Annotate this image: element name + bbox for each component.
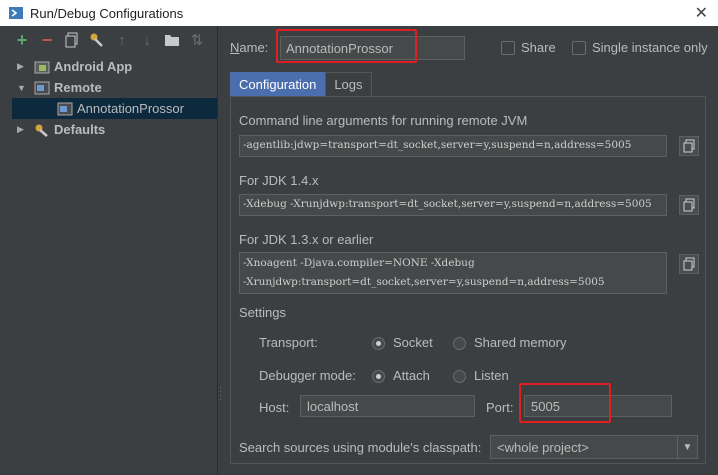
jdk13-field[interactable]: -Xnoagent -Djava.compiler=NONE -Xdebug -…	[239, 252, 667, 294]
remote-config-icon	[57, 102, 73, 115]
sort-icon[interactable]: ⇅	[189, 32, 205, 48]
copy-cmd-button[interactable]	[679, 136, 699, 156]
tree-item-label: Android App	[54, 59, 133, 74]
tab-configuration[interactable]: Configuration	[230, 72, 326, 96]
config-tree: ▶ Android App ▼ Remote AnnotationProssor…	[0, 56, 217, 140]
share-label: Share	[521, 40, 556, 55]
window-title: Run/Debug Configurations	[30, 5, 184, 21]
copy-jdk13-button[interactable]	[679, 254, 699, 274]
jdk13-line-1: -Xnoagent -Djava.compiler=NONE -Xdebug	[243, 257, 475, 269]
configurations-panel: + − ↑ ↓ ⇅ ▶ Android App ▼ Remote Annotat…	[0, 26, 218, 475]
single-instance-label: Single instance only	[592, 40, 708, 55]
single-instance-checkbox[interactable]	[572, 41, 586, 55]
module-classpath-select[interactable]: <whole project> ▼	[490, 435, 698, 459]
transport-label: Transport:	[259, 335, 318, 350]
host-label: Host:	[259, 400, 290, 415]
jdk14-field[interactable]: -Xdebug -Xrunjdwp:transport=dt_socket,se…	[239, 194, 667, 216]
port-highlight-box	[519, 383, 611, 423]
title-bar: Run/Debug Configurations ✕	[0, 0, 718, 26]
configuration-tab-content: Command line arguments for running remot…	[230, 96, 706, 464]
debugger-mode-label: Debugger mode:	[259, 368, 356, 383]
settings-label: Settings	[239, 305, 286, 320]
share-checkbox[interactable]	[501, 41, 515, 55]
configuration-editor: Name: AnnotationProssor Share Single ins…	[218, 26, 718, 475]
attach-label: Attach	[393, 368, 430, 383]
copy-jdk14-button[interactable]	[679, 195, 699, 215]
config-toolbar: + − ↑ ↓ ⇅	[0, 26, 217, 54]
remote-icon	[34, 81, 50, 94]
cmd-args-field[interactable]: -agentlib:jdwp=transport=dt_socket,serve…	[239, 135, 667, 157]
tree-item-label: Remote	[54, 80, 102, 95]
remove-icon[interactable]: −	[39, 31, 55, 49]
copy-icon	[683, 198, 695, 212]
tab-logs[interactable]: Logs	[325, 72, 372, 96]
module-classpath-value: <whole project>	[497, 440, 589, 455]
port-label: Port:	[486, 400, 514, 415]
host-input[interactable]: localhost	[300, 395, 475, 417]
jdk14-label: For JDK 1.4.x	[239, 173, 319, 188]
listen-radio[interactable]	[453, 370, 466, 383]
copy-icon[interactable]	[64, 32, 80, 48]
shared-memory-radio[interactable]	[453, 337, 466, 350]
shared-memory-label: Shared memory	[474, 335, 567, 350]
android-app-icon	[34, 61, 50, 73]
cmd-args-label: Command line arguments for running remot…	[239, 113, 528, 128]
move-up-icon[interactable]: ↑	[114, 32, 130, 48]
tree-item-label: Defaults	[54, 122, 106, 137]
tree-item-android-app[interactable]: ▶ Android App	[0, 56, 217, 77]
socket-label: Socket	[393, 335, 433, 350]
tree-item-annotationprossor[interactable]: AnnotationProssor	[12, 98, 217, 119]
name-label: Name:	[230, 40, 269, 55]
close-icon[interactable]: ✕	[695, 3, 708, 23]
app-icon	[9, 7, 23, 19]
attach-radio[interactable]	[372, 370, 385, 383]
name-highlight-box	[276, 29, 417, 63]
listen-label: Listen	[474, 368, 509, 383]
socket-radio[interactable]	[372, 337, 385, 350]
wrench-icon[interactable]	[89, 32, 105, 48]
expand-arrow-icon[interactable]: ▶	[17, 61, 29, 72]
tree-item-remote[interactable]: ▼ Remote	[0, 77, 217, 98]
jdk13-line-2: -Xrunjdwp:transport=dt_socket,server=y,s…	[243, 276, 605, 288]
copy-icon	[683, 257, 695, 271]
search-sources-label: Search sources using module's classpath:	[239, 440, 482, 455]
jdk13-label: For JDK 1.3.x or earlier	[239, 232, 374, 247]
chevron-down-icon[interactable]: ▼	[677, 436, 697, 458]
expand-arrow-icon[interactable]: ▶	[17, 124, 29, 135]
copy-icon	[683, 139, 695, 153]
defaults-wrench-icon	[35, 124, 48, 137]
tree-item-defaults[interactable]: ▶ Defaults	[0, 119, 217, 140]
folder-icon[interactable]	[164, 32, 180, 48]
add-icon[interactable]: +	[14, 31, 30, 49]
tab-bar: Configuration Logs	[230, 72, 372, 96]
collapse-arrow-icon[interactable]: ▼	[17, 83, 29, 93]
tree-item-label: AnnotationProssor	[77, 101, 184, 116]
move-down-icon[interactable]: ↓	[139, 32, 155, 48]
